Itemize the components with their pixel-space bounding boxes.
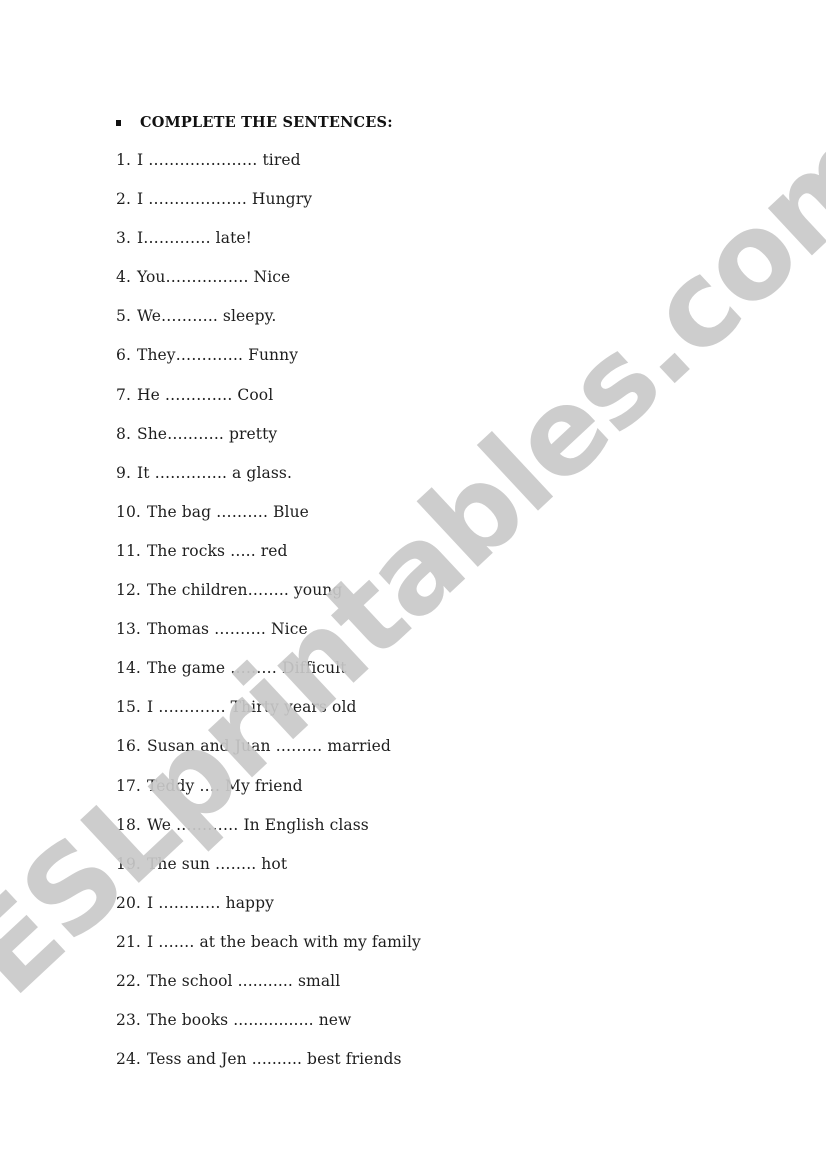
sentence-text: Tess and Jen .......... best friends: [146, 1050, 402, 1069]
sentence-text: I ………………. Hungry: [137, 190, 313, 209]
sentence-text: Susan and Juan ……… married: [146, 737, 391, 756]
sentence-number: 8.: [116, 424, 131, 443]
sentence-text: We……….. sleepy.: [137, 307, 277, 326]
sentence-item: 5. We……….. sleepy.: [116, 305, 421, 344]
sentence-item: 11. The rocks ….. red: [116, 540, 421, 579]
sentence-number: 21.: [116, 932, 141, 951]
sentence-text: He …………. Cool: [137, 385, 274, 404]
sentence-text: I…………. late!: [137, 229, 253, 248]
sentence-text: The sun …….. hot: [146, 854, 288, 873]
sentence-number: 10.: [116, 502, 141, 521]
sentence-item: 9. It ………….. a glass.: [116, 462, 421, 501]
sentence-text: The game ……… Difficult: [146, 659, 347, 678]
heading-text: COMPLETE THE SENTENCES:: [140, 114, 393, 131]
sentence-item: 3. I…………. late!: [116, 227, 421, 266]
sentence-text: The rocks ….. red: [146, 541, 288, 560]
sentence-text: The books ................ new: [146, 1011, 352, 1030]
sentence-item: 10. The bag ………. Blue: [116, 501, 421, 540]
sentence-text: They…………. Funny: [137, 346, 299, 365]
sentence-text: She……….. pretty: [137, 424, 278, 443]
sentence-item: 23. The books ................ new: [116, 1009, 421, 1048]
sentence-item: 12. The children…….. young: [116, 579, 421, 618]
sentence-item: 13. Thomas ………. Nice: [116, 618, 421, 657]
sentence-text: It ………….. a glass.: [137, 463, 292, 482]
sentence-item: 8. She……….. pretty: [116, 423, 421, 462]
sentence-item: 7. He …………. Cool: [116, 384, 421, 423]
sentence-item: 22. The school ........... small: [116, 970, 421, 1009]
sentence-number: 17.: [116, 776, 141, 795]
sentence-item: 14. The game ……… Difficult: [116, 657, 421, 696]
section-heading: COMPLETE THE SENTENCES:: [116, 114, 393, 131]
sentence-number: 24.: [116, 1050, 141, 1069]
sentence-number: 20.: [116, 893, 141, 912]
sentence-number: 22.: [116, 971, 141, 990]
sentence-item: 2. I ………………. Hungry: [116, 188, 421, 227]
sentence-text: You……………. Nice: [137, 268, 291, 287]
sentence-number: 3.: [116, 229, 131, 248]
worksheet-page: COMPLETE THE SENTENCES: 1. I ………………… tire…: [0, 0, 826, 1169]
square-bullet-icon: [116, 120, 121, 126]
sentence-number: 18.: [116, 815, 141, 834]
sentence-item: 4. You……………. Nice: [116, 266, 421, 305]
sentence-item: 16. Susan and Juan ……… married: [116, 735, 421, 774]
sentence-number: 4.: [116, 268, 131, 287]
sentence-number: 19.: [116, 854, 141, 873]
sentence-text: I ………… happy: [146, 893, 274, 912]
sentence-number: 15.: [116, 698, 141, 717]
sentence-item: 20. I ………… happy: [116, 892, 421, 931]
sentence-text: Teddy …. My friend: [146, 776, 303, 795]
sentence-text: The bag ………. Blue: [146, 502, 309, 521]
sentence-item: 18. We ………… In English class: [116, 814, 421, 853]
sentence-text: I ……. at the beach with my family: [146, 932, 421, 951]
sentence-number: 5.: [116, 307, 131, 326]
sentence-item: 17. Teddy …. My friend: [116, 775, 421, 814]
sentence-number: 12.: [116, 581, 141, 600]
sentence-text: Thomas ………. Nice: [146, 620, 308, 639]
sentence-number: 6.: [116, 346, 131, 365]
sentence-number: 1.: [116, 151, 131, 169]
sentence-text: I ………………… tired: [137, 151, 301, 169]
sentence-list: 1. I ………………… tired 2. I ………………. Hungry 3. I…: [116, 149, 421, 1087]
sentence-text: We ………… In English class: [146, 815, 369, 834]
sentence-number: 23.: [116, 1011, 141, 1030]
sentence-number: 16.: [116, 737, 141, 756]
sentence-number: 9.: [116, 463, 131, 482]
sentence-text: I …………. Thirty years old: [146, 698, 357, 717]
sentence-text: The children…….. young: [146, 581, 343, 600]
sentence-item: 21. I ……. at the beach with my family: [116, 931, 421, 970]
sentence-text: The school ........... small: [146, 971, 341, 990]
sentence-number: 13.: [116, 620, 141, 639]
sentence-number: 11.: [116, 541, 141, 560]
sentence-number: 7.: [116, 385, 131, 404]
sentence-item: 1. I ………………… tired: [116, 149, 421, 188]
sentence-item: 24. Tess and Jen .......... best friends: [116, 1048, 421, 1087]
sentence-item: 15. I …………. Thirty years old: [116, 696, 421, 735]
sentence-number: 14.: [116, 659, 141, 678]
sentence-number: 2.: [116, 190, 131, 209]
sentence-item: 19. The sun …….. hot: [116, 853, 421, 892]
sentence-item: 6. They…………. Funny: [116, 344, 421, 383]
